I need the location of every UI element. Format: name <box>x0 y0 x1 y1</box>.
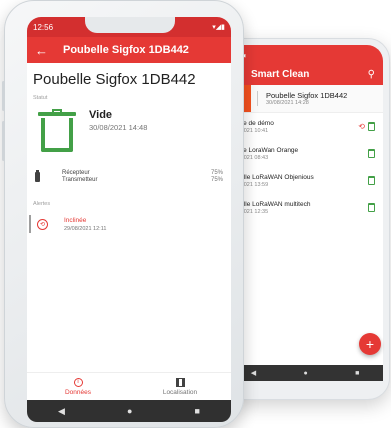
bottom-navigation: i Données Localisation <box>27 372 231 400</box>
list-item-date: 08/2021 12:35 <box>233 208 269 215</box>
tab-localisation[interactable]: Localisation <box>129 373 231 400</box>
receiver-value: 75% <box>210 169 223 176</box>
selected-bin-date: 30/08/2021 14:28 <box>266 100 309 106</box>
back-app-bar: Smart Clean ⚲ <box>227 63 383 85</box>
tilt-alert-icon: ⟲ <box>37 218 48 230</box>
tilt-alert-icon: ⟲ <box>358 122 365 131</box>
tab-donnees-label: Données <box>64 388 92 396</box>
tab-donnees[interactable]: i Données <box>27 373 129 400</box>
trash-bin-icon <box>368 176 375 185</box>
power-button <box>2 121 5 161</box>
info-icon: i <box>73 377 83 387</box>
status-indicators: ▾◢▮ <box>212 24 225 31</box>
selected-bin-row[interactable]: er Poubelle Sigfox 1DB442 30/08/2021 14:… <box>227 85 383 113</box>
receiver-label: Récepteur <box>62 169 90 176</box>
back-status-bar: ◐ <box>227 45 383 63</box>
status-date: 30/08/2021 14:48 <box>89 123 148 132</box>
trash-bin-icon <box>368 203 375 212</box>
alert-divider <box>29 215 31 233</box>
smart-clean-screen: ◐ Smart Clean ⚲ er Poubelle Sigfox 1DB44… <box>227 45 383 365</box>
alert-label: Inclinée <box>64 216 87 224</box>
status-value: Vide <box>89 109 113 121</box>
nav-recent-icon[interactable]: ■ <box>355 370 359 377</box>
nav-home-icon[interactable]: ● <box>303 370 307 377</box>
list-item[interactable]: belle de démo 08/2021 10:41 ⟲ <box>227 113 383 140</box>
add-bin-button[interactable]: + <box>359 333 381 355</box>
battery-icon <box>35 170 40 182</box>
back-android-nav: ◀ ● ■ <box>227 365 383 381</box>
trash-bin-icon <box>368 149 375 158</box>
transmitter-label: Transmetteur <box>62 177 98 183</box>
list-item[interactable]: ubelle LoRaWAN Objenious 08/2021 13:59 <box>227 167 383 194</box>
app-bar-title: Poubelle Sigfox 1DB442 <box>63 44 189 56</box>
bin-detail-screen: 12:56 ▾◢▮ ← Poubelle Sigfox 1DB442 Poube… <box>27 17 231 422</box>
page-title: Poubelle Sigfox 1DB442 <box>33 71 196 88</box>
statut-section-label: Statut <box>33 95 48 101</box>
nav-back-icon[interactable]: ◀ <box>251 369 256 377</box>
trash-bin-icon <box>38 109 76 152</box>
status-time: 12:56 <box>33 22 54 32</box>
selected-bin-name: Poubelle Sigfox 1DB442 <box>266 91 348 100</box>
back-arrow-icon[interactable]: ← <box>35 43 57 58</box>
app-bar: ← Poubelle Sigfox 1DB442 <box>27 37 231 63</box>
map-icon <box>175 377 185 387</box>
camera-notch <box>85 17 175 33</box>
alertes-section-label: Alertes <box>33 201 51 207</box>
list-item[interactable]: ubelle LoRaWAN multitech 08/2021 12:35 <box>227 194 383 221</box>
volume-button <box>2 81 5 111</box>
list-item-name: ubelle LoRaWAN multitech <box>233 200 311 208</box>
list-item-name: ubelle LoRaWAN Objenious <box>233 173 314 181</box>
alert-item[interactable]: ⟲ Inclinée 29/08/2021 12:11 <box>27 207 231 235</box>
alert-date: 29/08/2021 12:11 <box>64 225 107 232</box>
list-item[interactable]: belle LoraWan Orange 08/2021 08:43 <box>227 140 383 167</box>
android-nav-bar: ◀ ● ■ <box>27 400 231 422</box>
list-item-date: 08/2021 13:59 <box>233 181 269 188</box>
search-icon[interactable]: ⚲ <box>368 69 375 80</box>
signal-strength-row: Récepteur Transmetteur 75% 75% <box>27 167 231 187</box>
foreground-phone: 12:56 ▾◢▮ ← Poubelle Sigfox 1DB442 Poube… <box>2 0 244 428</box>
nav-home-icon[interactable]: ● <box>127 406 132 416</box>
tab-localisation-label: Localisation <box>162 388 198 396</box>
trash-bin-icon <box>368 122 375 131</box>
nav-back-icon[interactable]: ◀ <box>58 406 65 417</box>
status-card: Vide 30/08/2021 14:48 <box>27 101 231 159</box>
nav-recent-icon[interactable]: ■ <box>195 406 200 416</box>
transmitter-value: 75% <box>210 177 223 183</box>
back-app-title: Smart Clean <box>251 68 310 80</box>
